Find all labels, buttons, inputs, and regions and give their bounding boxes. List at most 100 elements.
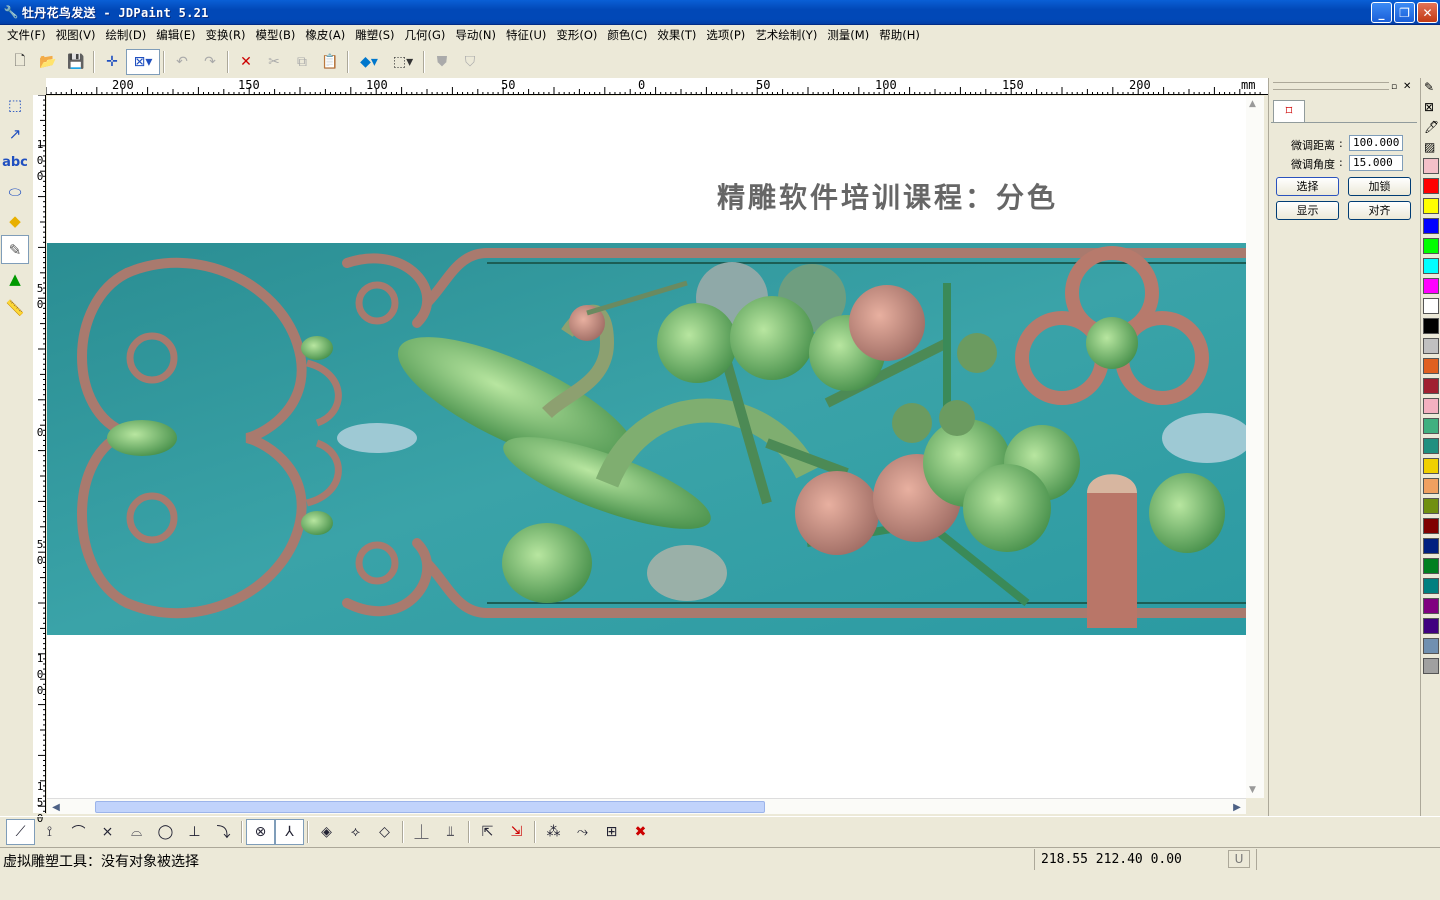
color-swatch[interactable] [1423, 558, 1439, 574]
restore-icon[interactable]: ❐ [1394, 2, 1415, 23]
color-swatch[interactable] [1423, 398, 1439, 414]
color-swatch[interactable] [1423, 338, 1439, 354]
paste-icon[interactable]: 📋 [316, 49, 344, 75]
color-swatch[interactable] [1423, 638, 1439, 654]
menu-options[interactable]: 选项(P) [701, 27, 750, 43]
color-swatch[interactable] [1423, 518, 1439, 534]
horizontal-scrollbar[interactable]: ◀ ▶ [47, 798, 1246, 814]
redo-icon[interactable]: ↷ [196, 49, 224, 75]
color-swatch[interactable] [1423, 298, 1439, 314]
copy-icon[interactable]: ⧉ [288, 49, 316, 75]
multi-select-icon[interactable]: ⁂ [539, 819, 568, 845]
panel-float-icon[interactable]: ▫ [1391, 82, 1397, 92]
drawing-canvas[interactable]: 精雕软件培训课程：分色 [47, 96, 1246, 798]
color-swatch[interactable] [1423, 358, 1439, 374]
unpick-icon[interactable]: ⇲ [502, 819, 531, 845]
open-folder-icon[interactable]: 📂 [34, 49, 62, 75]
color-swatch[interactable] [1423, 538, 1439, 554]
color-swatch[interactable] [1423, 418, 1439, 434]
color-swatch[interactable] [1423, 278, 1439, 294]
color-swatch[interactable] [1423, 198, 1439, 214]
intersect-snap-icon[interactable]: ⨯ [93, 819, 122, 845]
color-swatch[interactable] [1423, 458, 1439, 474]
select-grid-icon[interactable]: ⊞ [597, 819, 626, 845]
curve-snap-icon[interactable]: ⤵ [209, 819, 238, 845]
pencil-icon[interactable]: ✎ [1424, 80, 1434, 94]
menu-help[interactable]: 帮助(H) [874, 27, 925, 43]
minimize-icon[interactable]: _ [1371, 2, 1392, 23]
color-swatch[interactable] [1423, 478, 1439, 494]
scroll-up-icon[interactable]: ▲ [1249, 99, 1256, 109]
color-swatch[interactable] [1423, 598, 1439, 614]
menu-sweep[interactable]: 导动(N) [450, 27, 501, 43]
fine-angle-input[interactable]: 15.000 [1349, 155, 1403, 171]
color-swatch[interactable] [1423, 498, 1439, 514]
menu-view[interactable]: 视图(V) [51, 27, 101, 43]
perpendicular-snap-icon[interactable]: ⊥ [180, 819, 209, 845]
color-swatch[interactable] [1423, 658, 1439, 674]
no-color-icon[interactable]: ⊠ [1424, 100, 1434, 114]
fine-distance-input[interactable]: 100.000 [1349, 135, 1403, 151]
color-cube-icon[interactable]: ◆▾ [352, 49, 386, 75]
jdpaint-app-icon[interactable]: 🔧 [4, 5, 19, 19]
menu-effect[interactable]: 效果(T) [652, 27, 701, 43]
diamond-cross-icon[interactable]: ⟡ [341, 819, 370, 845]
align-multi-icon[interactable]: ⫫ [436, 819, 465, 845]
cut-icon[interactable]: ✂ [260, 49, 288, 75]
color-swatch[interactable] [1423, 258, 1439, 274]
menu-color[interactable]: 颜色(C) [602, 27, 652, 43]
horizontal-scroll-thumb[interactable] [95, 801, 765, 813]
scroll-right-icon[interactable]: ▶ [1230, 800, 1244, 814]
text-tool-icon[interactable]: abc [1, 148, 29, 177]
rotate-view-icon[interactable]: ⬭ [1, 177, 29, 206]
select-box-icon[interactable]: ⊠▾ [126, 49, 160, 75]
menu-deform[interactable]: 变形(O) [551, 27, 602, 43]
menu-geometry[interactable]: 几何(G) [399, 27, 450, 43]
color-swatch[interactable] [1423, 378, 1439, 394]
align-bottom-icon[interactable]: ⏊ [407, 819, 436, 845]
render-mode-icon[interactable]: ⬚▾ [386, 49, 420, 75]
menu-feature[interactable]: 特征(U) [501, 27, 551, 43]
scroll-left-icon[interactable]: ◀ [49, 800, 63, 814]
axis-icon[interactable]: ⅄ [275, 818, 304, 845]
color-swatch[interactable] [1423, 438, 1439, 454]
crosshair-icon[interactable]: ✛ [98, 49, 126, 75]
save-icon[interactable]: 💾 [62, 49, 90, 75]
menu-file[interactable]: 文件(F) [2, 27, 51, 43]
menu-edit[interactable]: 编辑(E) [151, 27, 200, 43]
menu-model[interactable]: 模型(B) [250, 27, 300, 43]
sculpt-pen-icon[interactable]: ✎ [1, 235, 29, 264]
pick-icon[interactable]: ⇱ [473, 819, 502, 845]
point-snap-icon[interactable]: ⟟ [35, 819, 64, 845]
color-swatch[interactable] [1423, 318, 1439, 334]
clear-selection-icon[interactable]: ✖ [626, 819, 655, 845]
color-swatch[interactable] [1423, 178, 1439, 194]
vertical-scrollbar[interactable]: ▲ ▼ [1246, 96, 1264, 798]
panel-close-icon[interactable]: ✕ [1403, 81, 1411, 92]
circle-snap-icon[interactable]: ◯ [151, 819, 180, 845]
color-swatch[interactable] [1423, 578, 1439, 594]
undo-icon[interactable]: ↶ [168, 49, 196, 75]
scroll-down-icon[interactable]: ▼ [1249, 785, 1256, 795]
delete-icon[interactable]: ✕ [232, 49, 260, 75]
lock-button[interactable]: 加锁 [1348, 177, 1411, 196]
green-mound-icon[interactable]: ▲ [1, 264, 29, 293]
node-edit-icon[interactable]: ⬚ [1, 90, 29, 119]
menu-measure[interactable]: 测量(M) [822, 27, 874, 43]
new-file-icon[interactable]: 🗋 [6, 49, 34, 75]
curve-edit-icon[interactable]: ↗ [1, 119, 29, 148]
panel-gripper[interactable] [1273, 82, 1389, 90]
measure-icon[interactable]: 📏 [1, 293, 29, 322]
menu-transform[interactable]: 变换(R) [201, 27, 251, 43]
color-fill-icon[interactable]: ◆ [1, 206, 29, 235]
show-button[interactable]: 显示 [1276, 201, 1339, 220]
node-tab-icon[interactable]: ⌑ [1273, 100, 1305, 122]
arc-snap-icon[interactable]: ⌒ [64, 819, 93, 845]
diamond-x-icon[interactable]: ◇ [370, 819, 399, 845]
menu-sculpt[interactable]: 雕塑(S) [350, 27, 399, 43]
menu-eraser[interactable]: 橡皮(A) [300, 27, 350, 43]
color-swatch[interactable] [1423, 238, 1439, 254]
center-point-icon[interactable]: ⊗ [246, 818, 275, 845]
diamond-grid-icon[interactable]: ◈ [312, 819, 341, 845]
color-swatch[interactable] [1423, 158, 1439, 174]
